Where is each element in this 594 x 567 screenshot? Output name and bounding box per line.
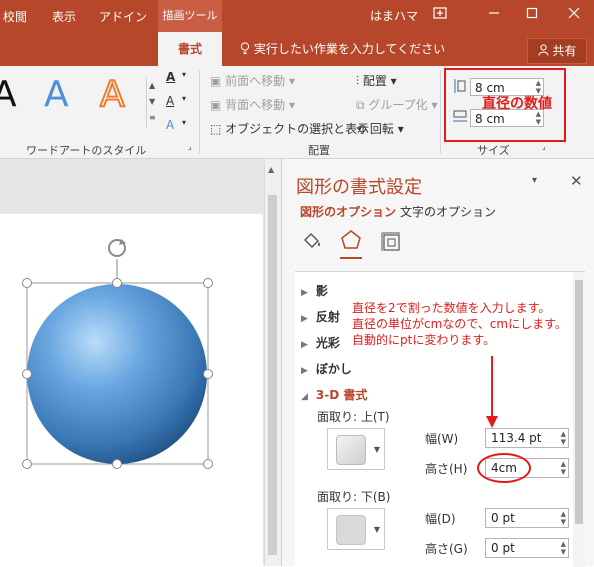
bottom-height-label: 高さ(G) — [425, 542, 468, 556]
minimize-icon[interactable] — [478, 0, 510, 32]
chevron-down-icon[interactable]: ▾ — [182, 94, 186, 103]
tab-addins[interactable]: アドイン — [96, 0, 150, 34]
pane-options-chevron-icon[interactable]: ▾ — [532, 175, 537, 186]
section-glow[interactable]: ▶ 光彩 — [301, 334, 340, 351]
pane-scroll-thumb[interactable] — [575, 280, 583, 524]
top-height-label: 高さ(H) — [425, 462, 468, 476]
fill-line-icon[interactable] — [300, 231, 322, 256]
resize-handle[interactable] — [203, 459, 213, 469]
maximize-icon[interactable] — [516, 0, 548, 32]
resize-handle[interactable] — [22, 278, 32, 288]
bring-forward-button[interactable]: ▣ 前面へ移動 ▾ — [210, 72, 295, 89]
bottom-width-label: 幅(D) — [425, 512, 456, 526]
section-shadow[interactable]: ▶ 影 — [301, 282, 328, 299]
dialog-launcher-icon[interactable]: ⌟ — [542, 142, 546, 151]
selection-pane-button[interactable]: ⬚ オブジェクトの選択と表示 — [210, 120, 369, 137]
wordart-style-orange-outline[interactable]: A — [99, 73, 126, 116]
dialog-launcher-icon[interactable]: ⌟ — [188, 142, 192, 151]
sphere-fill — [27, 284, 207, 464]
pane-title: 図形の書式設定 — [296, 177, 422, 198]
resize-handle[interactable] — [22, 369, 32, 379]
group-label-wordart: ワードアートのスタイル — [26, 144, 147, 157]
chevron-down-icon[interactable]: ▾ — [182, 118, 186, 127]
tab-review[interactable]: 校閲 — [0, 0, 30, 34]
chevron-down-icon: ▼ — [373, 445, 380, 454]
share-label: 共有 — [552, 44, 577, 58]
effects-icon[interactable] — [340, 229, 362, 259]
group-separator — [199, 70, 200, 154]
wordart-style-black[interactable]: A — [0, 74, 17, 115]
text-outline-button[interactable]: A — [166, 94, 174, 108]
bottom-height-input[interactable]: 0 pt ▲ ▼ — [485, 538, 569, 558]
lightbulb-icon — [240, 42, 254, 56]
section-3d-format[interactable]: ◢ 3-D 書式 — [301, 386, 367, 403]
annotation-line-3: 自動的にptに変わります。 — [352, 333, 496, 347]
annotation-oval — [477, 453, 531, 483]
rotate-button[interactable]: ⟲ 回転 ▾ — [356, 120, 404, 137]
resize-handle[interactable] — [203, 369, 213, 379]
wordart-style-blue[interactable]: A — [44, 74, 69, 115]
annotation-line-2: 直径の単位がcmなので、cmにします。 — [352, 317, 567, 331]
restore-icon[interactable] — [424, 0, 456, 32]
chevron-down-icon[interactable]: ▾ — [182, 70, 186, 79]
section-soft-edges[interactable]: ▶ ぼかし — [301, 360, 352, 377]
pane-close-icon[interactable]: ✕ — [570, 172, 583, 190]
format-shape-pane: 図形の書式設定 ▾ ✕ 図形のオプション 文字のオプション ▶ 影 ▶ 反射 ▶ 光彩… — [281, 159, 594, 567]
user-name: はまハマ — [370, 9, 419, 23]
top-width-input[interactable]: 113.4 pt ▲ ▼ — [485, 428, 569, 448]
group-separator — [440, 70, 441, 154]
bottom-width-input[interactable]: 0 pt ▲ ▼ — [485, 508, 569, 528]
contextual-tab-group: 描画ツール — [158, 0, 222, 32]
chevron-down-icon: ▼ — [373, 525, 380, 534]
pane-scrollbar[interactable] — [573, 272, 585, 567]
tab-text-options[interactable]: 文字のオプション — [400, 203, 496, 220]
bevel-bottom-picker[interactable]: ▼ — [327, 508, 385, 550]
group-label-arrange: 配置 — [308, 144, 330, 157]
group-label-size: サイズ — [477, 144, 510, 157]
resize-handle[interactable] — [112, 278, 122, 288]
rotate-handle-icon[interactable] — [108, 239, 126, 257]
send-backward-button[interactable]: ▣ 背面へ移動 ▾ — [210, 96, 295, 113]
annotation-arrow — [486, 356, 498, 428]
size-properties-icon[interactable] — [380, 231, 402, 256]
tab-view[interactable]: 表示 — [42, 0, 86, 34]
text-effects-button[interactable]: A — [166, 118, 174, 132]
slide-scrollbar[interactable]: ▲ — [264, 159, 281, 566]
bevel-bottom-label: 面取り: 下(B) — [317, 490, 391, 504]
tab-format[interactable]: 書式 — [158, 32, 222, 66]
group-button[interactable]: ⧉ グループ化 ▾ — [356, 96, 438, 113]
tell-me-text: 実行したい作業を入力してください — [253, 42, 446, 56]
annotation-line-1: 直径を2で割った数値を入力します。 — [352, 301, 551, 315]
tell-me-search[interactable]: 実行したい作業を入力してください — [240, 32, 445, 66]
share-button[interactable]: 共有 — [527, 38, 587, 64]
wordart-gallery-scroll[interactable]: ▲ ▼ ≡ — [146, 78, 159, 128]
bevel-top-picker[interactable]: ▼ — [327, 428, 385, 470]
resize-handle[interactable] — [22, 459, 32, 469]
bevel-bottom-preview — [336, 515, 366, 545]
align-button[interactable]: ⫶ 配置 ▾ — [356, 72, 397, 89]
tab-shape-options[interactable]: 図形のオプション — [300, 203, 396, 220]
resize-handle[interactable] — [112, 459, 122, 469]
top-width-label: 幅(W) — [425, 432, 459, 446]
annotation-diameter-value: 直径の数値 — [482, 96, 552, 112]
section-reflection[interactable]: ▶ 反射 — [301, 308, 340, 325]
text-fill-button[interactable]: A — [166, 70, 175, 84]
resize-handle[interactable] — [203, 278, 213, 288]
bevel-top-preview — [336, 435, 366, 465]
sphere-shape[interactable] — [0, 159, 264, 566]
bevel-top-label: 面取り: 上(T) — [317, 410, 390, 424]
close-icon[interactable] — [558, 0, 590, 32]
person-icon — [538, 44, 553, 58]
